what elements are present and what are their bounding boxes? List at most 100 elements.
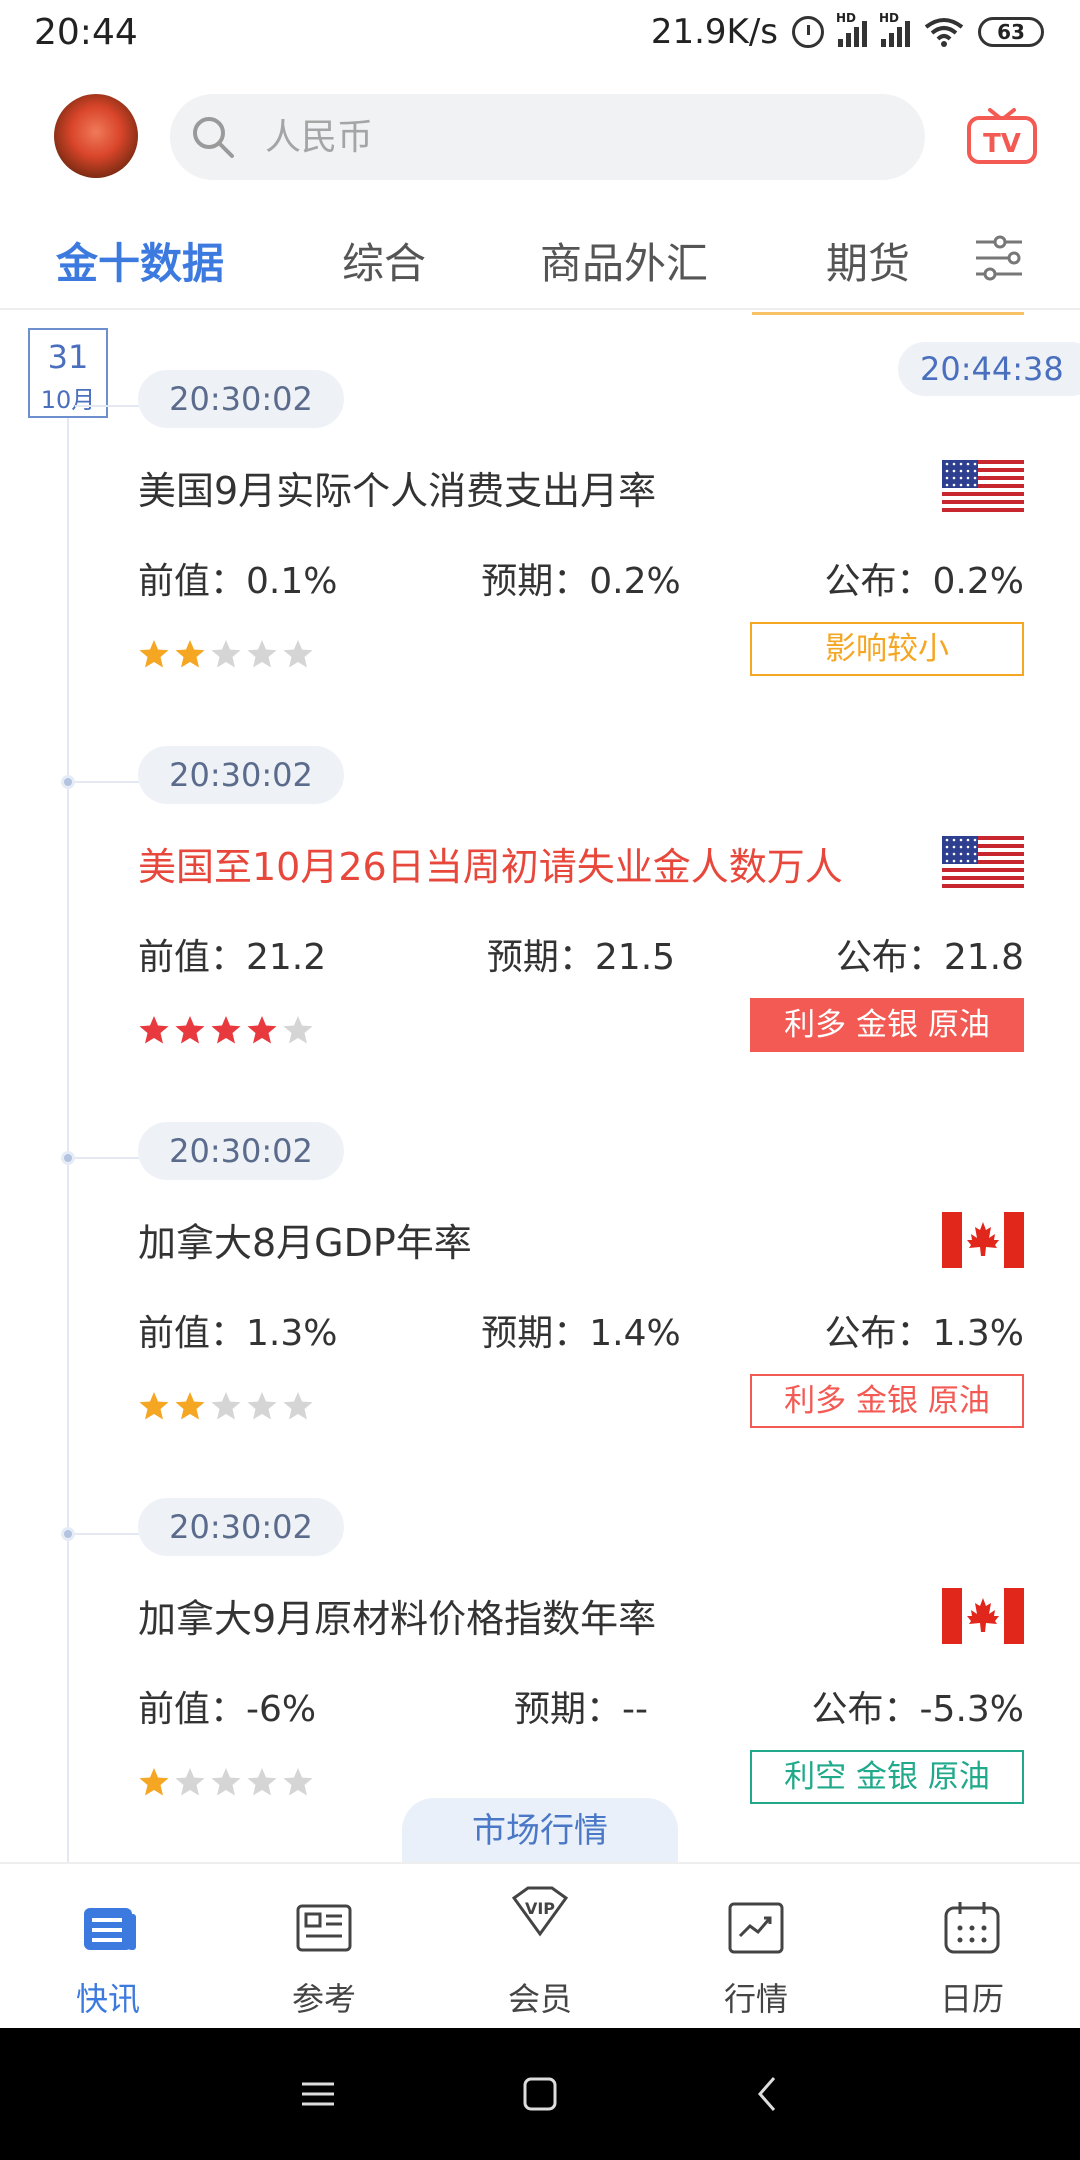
importance-stars	[138, 1014, 314, 1046]
actual-value: 公布：-5.3%	[811, 1689, 1024, 1730]
tab-general[interactable]: 综合	[342, 230, 426, 291]
news-feed[interactable]: 31 10月 20:44:38 20:30:02 美国9月实际个人消费支出月率 前值…	[0, 312, 1080, 1862]
entry-title: 美国9月实际个人消费支出月率	[138, 469, 657, 513]
canada-flag-icon	[942, 1588, 1024, 1644]
impact-badge: 利多 金银 原油	[750, 1374, 1024, 1428]
search-icon	[193, 117, 234, 158]
nav-item-calendar[interactable]: 日历	[864, 1864, 1080, 2030]
wifi-icon	[924, 18, 964, 47]
entry-title: 加拿大9月原材料价格指数年率	[138, 1597, 657, 1641]
battery-icon: 63	[978, 17, 1044, 47]
chart-icon	[728, 1902, 784, 1954]
tab-commodity-forex[interactable]: 商品外汇	[540, 230, 708, 291]
status-bar: 20:44 21.9K/s HD HD 63	[0, 0, 1080, 70]
star-icon	[247, 1016, 277, 1044]
nav-item-reference[interactable]: 参考	[216, 1864, 432, 2030]
entry-title: 美国至10月26日当周初请失业金人数万人	[138, 845, 843, 889]
bottom-nav: 快讯 参考 VIP 会员 行情 日历	[0, 1862, 1080, 2028]
reference-icon	[296, 1904, 352, 1952]
data-entry[interactable]: 20:30:02 加拿大8月GDP年率 前值：1.3% 预期：1.4% 公布：1.3% 利…	[0, 1122, 1080, 1498]
filter-settings-icon[interactable]	[972, 232, 1026, 284]
entry-time: 20:30:02	[138, 370, 344, 428]
nav-label: 日历	[939, 1980, 1004, 2018]
star-icon	[247, 1768, 277, 1796]
star-icon	[247, 640, 277, 668]
star-icon	[211, 1016, 241, 1044]
app-header: TV	[0, 70, 1080, 200]
category-tabs: 金十数据 综合 商品外汇 期货	[0, 210, 1080, 310]
status-time: 20:44	[34, 12, 138, 53]
actual-value: 公布：0.2%	[824, 561, 1024, 602]
svg-text:VIP: VIP	[525, 1899, 555, 1918]
impact-badge: 影响较小	[750, 622, 1024, 676]
vip-icon: VIP	[511, 1886, 569, 1937]
timeline-dot	[61, 1151, 75, 1165]
timeline-tick	[75, 405, 139, 407]
us-flag-icon	[942, 836, 1024, 892]
entry-title: 加拿大8月GDP年率	[138, 1221, 472, 1265]
star-icon	[247, 1392, 277, 1420]
star-icon	[211, 1392, 241, 1420]
timeline-tick	[75, 1157, 139, 1159]
entry-time: 20:30:02	[138, 746, 344, 804]
status-icons: 21.9K/s HD HD 63	[650, 11, 1044, 52]
tab-jin10-data[interactable]: 金十数据	[56, 230, 224, 291]
net-speed: 21.9K/s	[650, 12, 778, 52]
timeline-tick	[75, 1533, 139, 1535]
canada-flag-icon	[942, 1212, 1024, 1268]
tv-icon[interactable]: TV	[966, 106, 1038, 166]
menu-icon[interactable]	[296, 2072, 340, 2116]
alarm-icon	[792, 16, 824, 48]
calendar-icon	[944, 1902, 1000, 1954]
star-icon	[139, 1016, 169, 1044]
back-icon[interactable]	[746, 2072, 790, 2116]
svg-text:TV: TV	[983, 129, 1021, 159]
previous-badge-edge	[752, 312, 1024, 315]
actual-value: 公布：1.3%	[824, 1313, 1024, 1354]
avatar[interactable]	[54, 94, 138, 178]
star-icon	[175, 1768, 205, 1796]
nav-label: 参考	[291, 1980, 356, 2018]
importance-stars	[138, 1766, 314, 1798]
search-input[interactable]	[265, 112, 865, 162]
nav-label: 行情	[723, 1980, 788, 2018]
home-icon[interactable]	[518, 2072, 562, 2116]
star-icon	[211, 1768, 241, 1796]
data-entry[interactable]: 20:30:02 美国9月实际个人消费支出月率前值：0.1% 预期：0.2% 公布：0…	[0, 370, 1080, 746]
timeline-dot	[61, 1527, 75, 1541]
us-flag-icon	[942, 460, 1024, 516]
market-quotes-button[interactable]: 市场行情	[402, 1798, 678, 1862]
signal-icon-2: HD	[879, 11, 910, 47]
actual-value: 公布：21.8	[835, 937, 1024, 978]
system-nav-bar	[0, 2028, 1080, 2160]
timeline-tick	[75, 781, 139, 783]
impact-badge: 利多 金银 原油	[750, 998, 1024, 1052]
signal-icon: HD	[836, 11, 867, 47]
nav-label: 快讯	[75, 1980, 140, 2018]
entry-time: 20:30:02	[138, 1498, 344, 1556]
entry-values: 前值：0.1% 预期：0.2% 公布：0.2%	[138, 552, 1024, 602]
star-icon	[175, 640, 205, 668]
star-icon	[283, 1768, 313, 1796]
star-icon	[283, 1392, 313, 1420]
nav-item-flash[interactable]: 快讯	[0, 1864, 216, 2030]
nav-item-vip[interactable]: VIP 会员	[432, 1864, 648, 2030]
star-icon	[283, 640, 313, 668]
importance-stars	[138, 1390, 314, 1422]
search-bar[interactable]	[170, 94, 925, 180]
star-icon	[283, 1016, 313, 1044]
timeline-dot	[61, 775, 75, 789]
star-icon	[175, 1392, 205, 1420]
star-icon	[211, 640, 241, 668]
entry-values: 前值：-6% 预期：-- 公布：-5.3%	[138, 1680, 1024, 1730]
tab-futures[interactable]: 期货	[826, 230, 910, 291]
nav-item-quotes[interactable]: 行情	[648, 1864, 864, 2030]
nav-label: 会员	[507, 1980, 572, 2018]
importance-stars	[138, 638, 314, 670]
star-icon	[139, 640, 169, 668]
entry-values: 前值：1.3% 预期：1.4% 公布：1.3%	[138, 1304, 1024, 1354]
data-entry[interactable]: 20:30:02 美国至10月26日当周初请失业金人数万人前值：21.2 预期：21…	[0, 746, 1080, 1122]
news-icon	[84, 1908, 136, 1950]
impact-badge: 利空 金银 原油	[750, 1750, 1024, 1804]
entry-values: 前值：21.2 预期：21.5 公布：21.8	[138, 928, 1024, 978]
